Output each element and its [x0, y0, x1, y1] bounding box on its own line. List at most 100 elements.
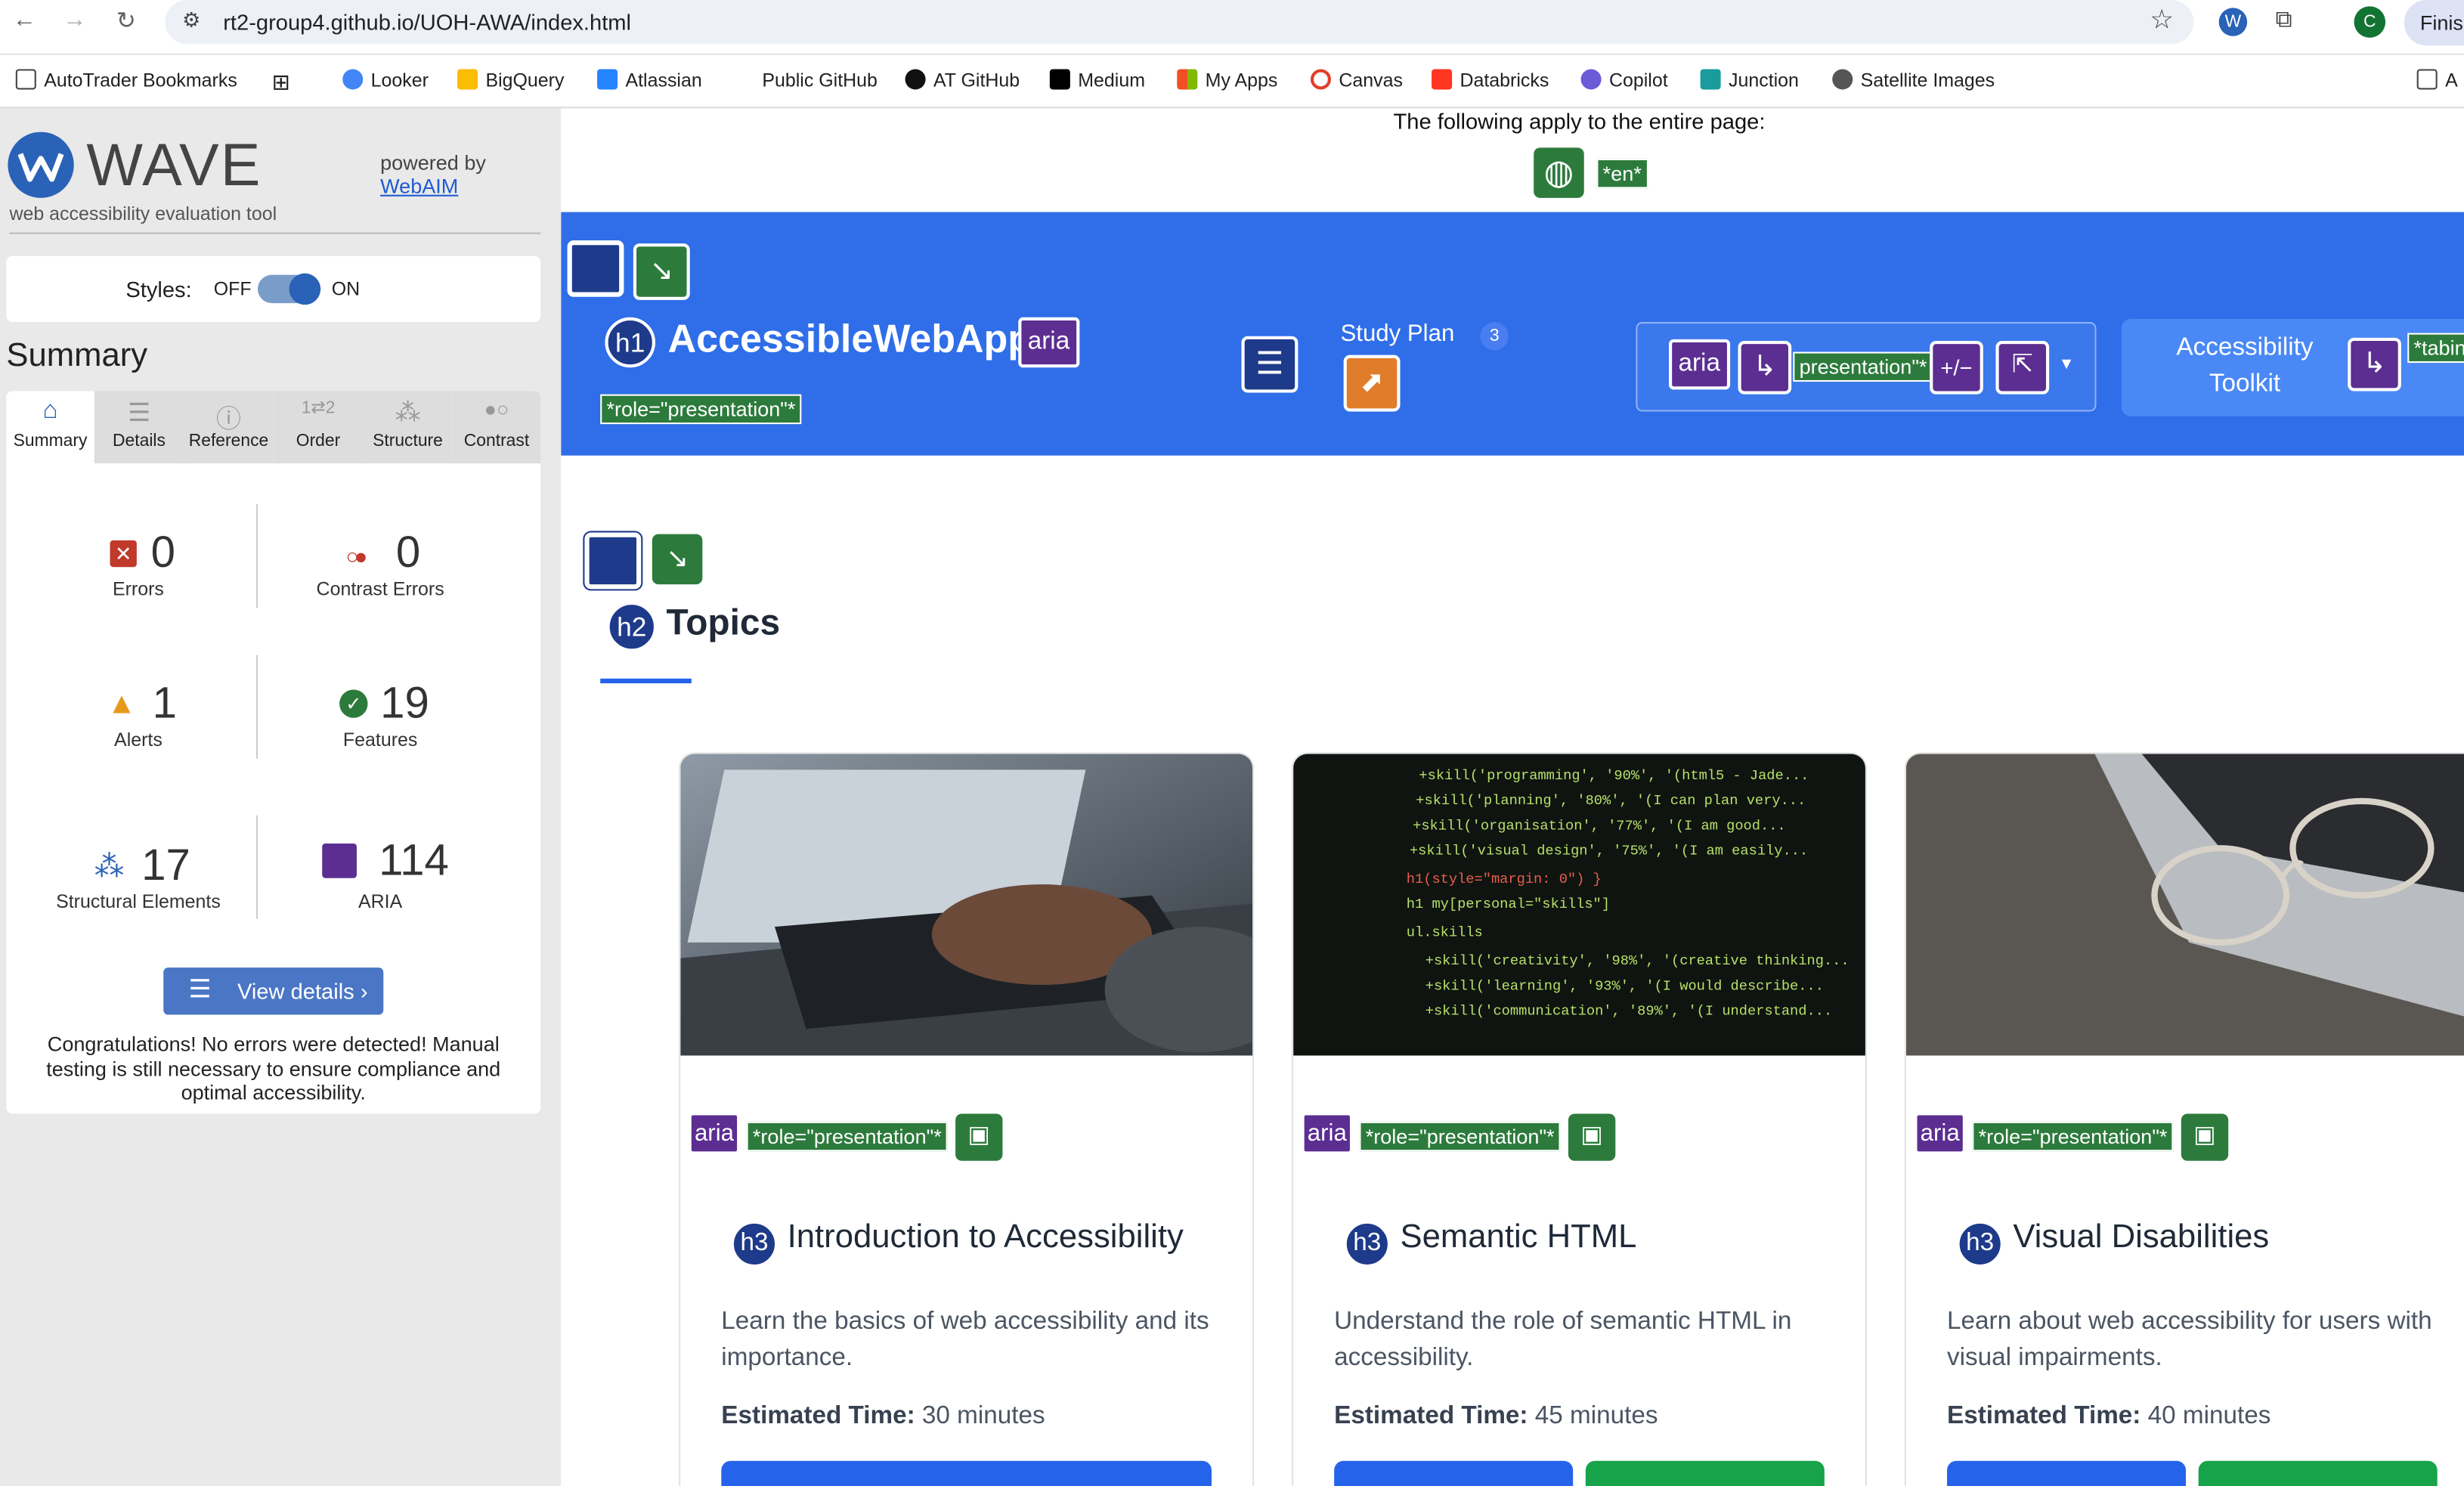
card-description: Learn about web accessibility for users … — [1947, 1308, 2432, 1372]
powered-by-label: powered by — [380, 150, 486, 175]
medium-icon — [1049, 69, 1070, 90]
bookmark-medium[interactable]: Medium — [1049, 69, 1145, 91]
card-title: Introduction to Accessibility — [787, 1218, 1184, 1255]
stats-divider — [255, 504, 258, 608]
entire-page-note: The following apply to the entire page: — [1393, 108, 1766, 134]
styles-on-label: ON — [331, 277, 361, 300]
tabindex-tag: *tabin — [2407, 333, 2464, 364]
wave-extension-icon[interactable]: W — [2218, 8, 2248, 36]
tab-contrast[interactable]: ●○ Contrast — [452, 391, 541, 464]
bookmark-star-icon[interactable]: ☆ — [2150, 5, 2174, 36]
summary-heading: Summary — [6, 337, 148, 374]
card-description: Understand the role of semantic HTML in … — [1334, 1308, 1792, 1372]
aria-cube-icon — [322, 843, 357, 878]
alerts-count: 1 — [152, 678, 178, 728]
svg-text:h1 my[personal="skills"]: h1 my[personal="skills"] — [1407, 896, 1610, 912]
styles-label: Styles: — [125, 276, 192, 302]
svg-text:+skill('communication', '89%',: +skill('communication', '89%', '(I under… — [1425, 1003, 1832, 1020]
errors-label: Errors — [112, 577, 164, 600]
tab-structure[interactable]: ⁂ Structure — [363, 391, 453, 464]
bookmark-public-github[interactable]: Public GitHub — [762, 69, 878, 91]
aria-label: ARIA — [358, 890, 403, 913]
settings-control-group[interactable]: aria ↳ presentation"* +/− ⇱ ▾ — [1636, 322, 2097, 412]
h3-badge: h3 — [1956, 1220, 2004, 1268]
svg-text:+skill('organisation', '77%',: +skill('organisation', '77%', '(I am goo… — [1413, 817, 1786, 834]
home-icon: ⌂ — [42, 397, 58, 425]
card-start-button[interactable] — [2198, 1460, 2438, 1486]
chevron-down-icon[interactable]: ▾ — [2062, 352, 2072, 374]
svg-text:+skill('programming', '90%', ': +skill('programming', '90%', '(html5 - J… — [1419, 767, 1809, 784]
bookmark-canvas[interactable]: Canvas — [1310, 69, 1403, 91]
bookmark-my-apps[interactable]: My Apps — [1177, 69, 1277, 91]
card-description: Learn the basics of web accessibility an… — [721, 1308, 1209, 1372]
reload-icon[interactable]: ↻ — [116, 6, 136, 34]
card-details-button[interactable] — [1947, 1460, 2187, 1486]
bookmarks-bar: AutoTrader Bookmarks ⊞ Looker BigQuery A… — [0, 63, 2464, 101]
bookmark-autotrader[interactable]: AutoTrader Bookmarks — [15, 69, 237, 91]
back-arrow-icon[interactable]: ← — [13, 6, 36, 33]
styles-toggle-switch[interactable] — [257, 273, 321, 305]
aria-badge: aria — [1914, 1112, 1966, 1155]
topic-card-visual-disabilities: aria *role="presentation"* ▣ h3 Visual D… — [1904, 752, 2464, 1486]
bookmark-folder-icon — [15, 69, 36, 90]
webaim-link[interactable]: WebAIM — [380, 175, 458, 198]
study-plan-count-badge: 3 — [1480, 322, 1509, 351]
wave-sidebar: WAVE web accessibility evaluation tool p… — [0, 108, 562, 1486]
card-start-button[interactable] — [1585, 1460, 1825, 1486]
bookmark-overflow[interactable]: A — [2416, 69, 2458, 91]
language-globe-icon: ◍ — [1534, 147, 1584, 198]
card-details-button[interactable] — [1334, 1460, 1574, 1486]
stats-divider — [255, 815, 258, 919]
bookmark-junction[interactable]: Junction — [1700, 69, 1799, 91]
atlassian-icon — [597, 69, 618, 90]
accessibility-toolkit-button[interactable]: Accessibility Toolkit ↳ *tabin — [2121, 318, 2464, 416]
view-details-button[interactable]: ☰ View details › — [163, 967, 384, 1015]
site-settings-icon[interactable]: ⚙ — [182, 8, 200, 33]
card-estimated-time: Estimated Time: 40 minutes — [1947, 1402, 2271, 1430]
profile-avatar[interactable]: C — [2354, 6, 2386, 38]
stats-divider — [255, 655, 258, 759]
tab-details[interactable]: ☰ Details — [94, 391, 184, 464]
bookmark-atlassian[interactable]: Atlassian — [597, 69, 702, 91]
study-plan-link[interactable]: Study Plan — [1340, 320, 1454, 347]
wave-tagline: web accessibility evaluation tool — [9, 203, 277, 225]
error-icon: ✕ — [110, 540, 137, 568]
feature-check-icon: ✓ — [339, 689, 368, 718]
congratulations-message: Congratulations! No errors were detected… — [46, 1032, 501, 1104]
image-alt-icon: ▣ — [2181, 1113, 2229, 1161]
forward-arrow-icon[interactable]: → — [63, 6, 86, 33]
tab-reference[interactable]: ⓘ Reference — [184, 391, 274, 464]
bookmark-copilot[interactable]: Copilot — [1580, 69, 1668, 91]
copilot-icon — [1580, 69, 1602, 90]
svg-text:+skill('visual design', '75%',: +skill('visual design', '75%', '(I am ea… — [1410, 843, 1808, 859]
tab-order[interactable]: 1⇄2 Order — [273, 391, 364, 464]
svg-text:h1(style="margin: 0") }: h1(style="margin: 0") } — [1407, 871, 1602, 887]
bookmark-at-github[interactable]: AT GitHub — [905, 69, 1020, 91]
styles-toggle-panel: Styles: OFF ON — [6, 255, 541, 323]
apps-grid-icon[interactable]: ⊞ — [272, 69, 290, 95]
card-title: Semantic HTML — [1400, 1218, 1637, 1255]
tab-summary[interactable]: ⌂ Summary — [6, 391, 94, 464]
aria-badge: aria — [688, 1112, 741, 1155]
globe-icon — [1832, 69, 1853, 90]
skip-link-icon: ↘ — [633, 243, 690, 300]
bookmark-databricks[interactable]: Databricks — [1432, 69, 1549, 91]
bookmark-satellite-images[interactable]: Satellite Images — [1832, 69, 1995, 91]
bookmark-bigquery[interactable]: BigQuery — [457, 69, 564, 91]
alert-icon: ▲ — [107, 688, 137, 721]
extensions-puzzle-icon[interactable]: ⧉ — [2276, 6, 2292, 33]
toolkit-label-line2: Toolkit — [2209, 370, 2281, 398]
topic-card-semantic-html: +skill('programming', '90%', '(html5 - J… — [1292, 752, 1867, 1486]
url-text[interactable]: rt2-group4.github.io/UOH-AWA/index.html — [223, 9, 631, 34]
bookmark-looker[interactable]: Looker — [342, 69, 429, 91]
wave-logo-icon — [8, 132, 74, 198]
aria-badge: aria — [1018, 317, 1079, 368]
card-estimated-time: Estimated Time: 45 minutes — [1334, 1402, 1658, 1430]
browser-toolbar: ← → ↻ ⚙ ☆ rt2-group4.github.io/UOH-AWA/i… — [0, 0, 2464, 46]
finish-update-button[interactable]: Finis — [2404, 0, 2464, 46]
structural-label: Structural Elements — [56, 890, 221, 913]
card-details-button[interactable] — [721, 1460, 1212, 1486]
site-brand[interactable]: AccessibleWebApp — [668, 317, 1032, 363]
junction-icon — [1700, 69, 1721, 90]
topics-heading: Topics — [666, 601, 781, 642]
